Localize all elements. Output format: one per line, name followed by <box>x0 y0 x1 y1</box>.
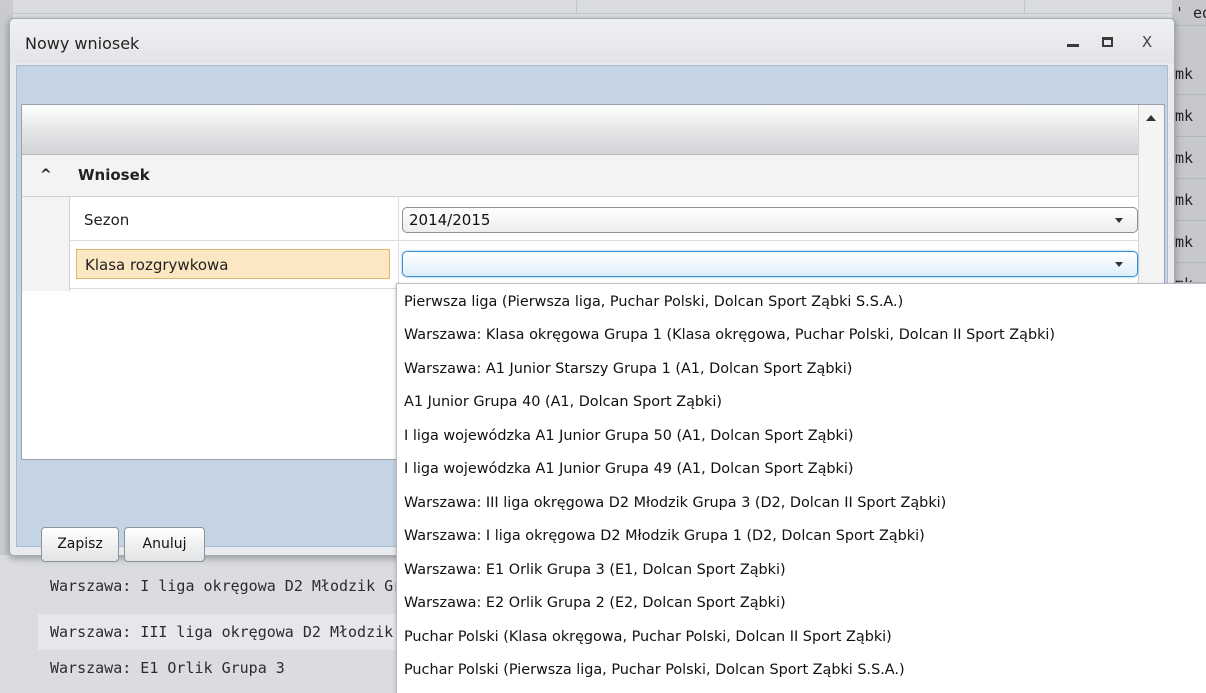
field-row-season: Sezon 2014/2015 <box>70 197 1138 241</box>
maximize-icon[interactable] <box>1096 32 1118 52</box>
field-row-league-class: Klasa rozgrywkowa <box>70 241 1138 289</box>
save-button[interactable]: Zapisz <box>41 527 119 562</box>
league-class-dropdown-list: Pierwsza liga (Pierwsza liga, Puchar Pol… <box>396 283 1206 693</box>
section-header-wniosek[interactable]: ^ Wniosek <box>22 155 1138 197</box>
background-right-cell[interactable]: mk <box>1172 53 1206 95</box>
background-right-cell[interactable]: ' ed <box>1172 0 1206 26</box>
table-row[interactable]: Warszawa: III liga okręgowa D2 Młodzik G… <box>38 614 400 650</box>
table-row[interactable]: Warszawa: I liga okręgowa D2 Młodzik Gru… <box>38 568 400 604</box>
dropdown-option[interactable]: I liga wojewódzka A1 Junior Grupa 49 (A1… <box>397 453 1206 486</box>
minimize-icon[interactable] <box>1062 32 1084 52</box>
vertical-scrollbar[interactable] <box>1138 105 1164 289</box>
application-window: ' ed mk mk mk mk mk mk Warszawa: I liga … <box>0 0 1206 693</box>
season-label: Sezon <box>84 211 130 229</box>
dropdown-option[interactable]: Warszawa: E2 Orlik Grupa 2 (E2, Dolcan S… <box>397 587 1206 620</box>
background-right-cell[interactable]: mk <box>1172 95 1206 137</box>
section-title: Wniosek <box>78 166 150 184</box>
panel-header <box>22 105 1138 155</box>
background-header-divider <box>1024 0 1025 14</box>
chevron-down-icon[interactable] <box>1115 262 1123 267</box>
grid-indent <box>22 197 70 291</box>
background-right-cell[interactable]: mk <box>1172 263 1206 283</box>
league-class-select[interactable] <box>402 251 1138 277</box>
dropdown-option[interactable]: I liga wojewódzka A1 Junior Grupa 50 (A1… <box>397 420 1206 453</box>
dropdown-option[interactable]: Warszawa: III liga okręgowa D2 Młodzik G… <box>397 487 1206 520</box>
dropdown-option[interactable]: Warszawa: A1 Junior Starszy Grupa 1 (A1,… <box>397 353 1206 386</box>
table-row[interactable]: Warszawa: E1 Orlik Grupa 3 <box>38 650 400 686</box>
dialog-titlebar[interactable]: Nowy wniosek X <box>10 19 1174 63</box>
column-divider <box>398 197 399 240</box>
scroll-up-arrow-icon[interactable] <box>1146 115 1156 121</box>
dropdown-option[interactable]: Puchar Polski (Pierwsza liga, Puchar Pol… <box>397 654 1206 687</box>
close-icon[interactable]: X <box>1136 32 1158 52</box>
background-right-cell[interactable]: mk <box>1172 137 1206 179</box>
column-divider <box>398 241 399 288</box>
dropdown-option[interactable]: Warszawa: Klasa okręgowa Grupa 1 (Klasa … <box>397 319 1206 352</box>
dropdown-option[interactable]: Puchar Polski (Klasa okręgowa, Puchar Po… <box>397 621 1206 654</box>
dropdown-option[interactable]: Warszawa: E1 Orlik Grupa 3 (E1, Dolcan S… <box>397 554 1206 587</box>
cancel-button[interactable]: Anuluj <box>124 527 205 562</box>
background-right-cell[interactable]: mk <box>1172 221 1206 263</box>
dropdown-option[interactable]: A1 Junior Grupa 40 (A1, Dolcan Sport Ząb… <box>397 386 1206 419</box>
season-select[interactable]: 2014/2015 <box>402 207 1138 233</box>
collapse-chevron-icon[interactable]: ^ <box>40 167 52 183</box>
dialog-title: Nowy wniosek <box>25 34 140 53</box>
season-select-value: 2014/2015 <box>409 211 491 229</box>
chevron-down-icon[interactable] <box>1115 218 1123 223</box>
background-header-divider <box>576 0 577 14</box>
background-right-cell[interactable]: mk <box>1172 179 1206 221</box>
league-class-label: Klasa rozgrywkowa <box>76 249 390 279</box>
dropdown-option[interactable]: Pierwsza liga (Pierwsza liga, Puchar Pol… <box>397 286 1206 319</box>
dropdown-option[interactable]: Warszawa: I liga okręgowa D2 Młodzik Gru… <box>397 520 1206 553</box>
background-header-strip <box>0 0 1206 14</box>
